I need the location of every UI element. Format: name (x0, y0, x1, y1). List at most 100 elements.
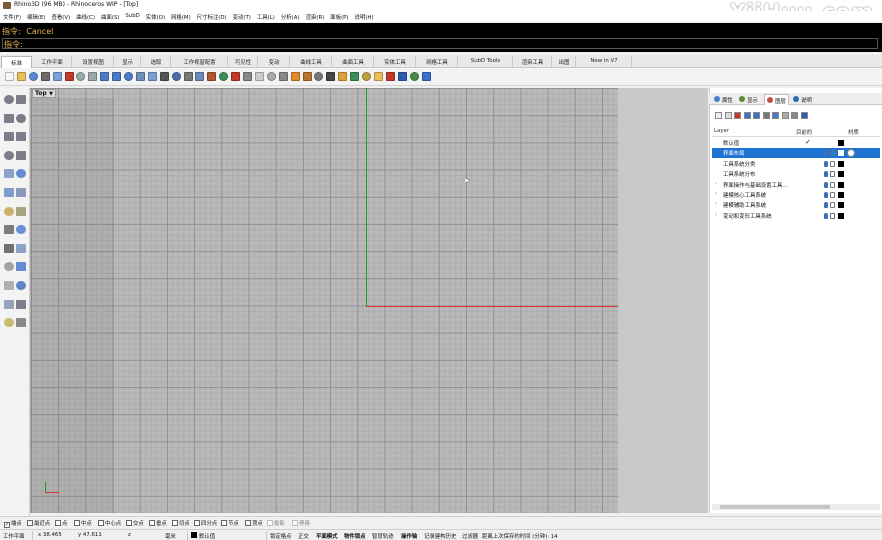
status-layer[interactable]: 默认值 (199, 532, 215, 540)
toolbar-tab[interactable]: 标准 (1, 56, 32, 68)
lock-icon[interactable] (830, 150, 835, 157)
menu-item[interactable]: SubD (122, 11, 142, 22)
layer-color-swatch[interactable] (838, 181, 844, 188)
osnap-checkbox[interactable] (267, 520, 273, 526)
tool-palette-icon[interactable] (16, 225, 26, 235)
status-cplane[interactable]: 工作平面 (3, 532, 25, 540)
osnap-checkbox[interactable] (221, 520, 227, 526)
menu-item[interactable]: 分析(A) (278, 11, 303, 22)
tool-palette-icon[interactable] (16, 243, 26, 253)
osnap-option[interactable]: 中点 (74, 519, 92, 527)
toolbar-tool-icon[interactable] (243, 72, 252, 81)
toolbar-tool-icon[interactable] (231, 72, 241, 81)
status-mode-toggle[interactable]: 智慧轨迹 (372, 532, 394, 540)
toolbar-tool-icon[interactable] (207, 72, 217, 81)
layer-tool-icon[interactable] (781, 112, 789, 119)
tool-palette-icon[interactable] (4, 281, 14, 290)
menu-item[interactable]: 实体(O) (143, 11, 168, 22)
osnap-option[interactable]: ✓ 端点 (4, 519, 22, 528)
toolbar-tab[interactable]: 渲染工具 (514, 56, 552, 68)
tool-palette-icon[interactable] (16, 299, 26, 309)
osnap-checkbox[interactable] (27, 520, 33, 526)
menu-item[interactable]: 工具(L) (254, 11, 278, 22)
menu-item[interactable]: 变动(T) (230, 11, 254, 22)
tool-palette-icon[interactable] (16, 169, 26, 179)
toolbar-tool-icon[interactable] (385, 72, 395, 81)
status-mode-toggle[interactable]: 过滤器 (462, 532, 478, 540)
expand-arrow-icon[interactable]: › (715, 201, 717, 207)
toolbar-tab[interactable]: 出图 (553, 56, 576, 68)
layer-row[interactable]: 工具系统分布 (712, 169, 880, 179)
layer-tool-icon[interactable] (715, 112, 722, 119)
lock-icon[interactable] (830, 181, 835, 188)
tool-palette-icon[interactable] (4, 262, 14, 272)
osnap-checkbox[interactable] (292, 520, 298, 526)
toolbar-tab[interactable]: 工作平面 (33, 56, 72, 68)
osnap-checkbox[interactable] (55, 520, 61, 526)
command-prompt-input[interactable]: 指令: (2, 38, 878, 49)
osnap-checkbox[interactable] (149, 520, 155, 526)
toolbar-tool-icon[interactable] (350, 72, 360, 81)
toolbar-tool-icon[interactable] (362, 72, 371, 81)
material-icon[interactable] (847, 149, 855, 158)
menu-item[interactable]: 曲线(C) (73, 11, 98, 22)
lightbulb-icon[interactable] (824, 192, 828, 198)
lightbulb-icon[interactable] (824, 160, 828, 167)
osnap-option[interactable]: 顶点 (245, 519, 263, 527)
lock-icon[interactable] (830, 160, 835, 167)
tool-palette-icon[interactable] (16, 281, 26, 290)
osnap-option[interactable]: 垂点 (149, 519, 167, 527)
layer-tool-icon[interactable] (753, 112, 760, 119)
osnap-option[interactable]: 最近点 (27, 519, 50, 527)
toolbar-tool-icon[interactable] (135, 72, 145, 81)
menu-item[interactable]: 曲面(S) (98, 11, 122, 22)
menu-item[interactable]: 编辑(E) (24, 11, 48, 22)
panel-tab[interactable]: 显示 (737, 94, 760, 105)
layer-tool-icon[interactable] (800, 112, 808, 119)
status-mode-toggle[interactable]: 物件锁点 (344, 532, 366, 540)
toolbar-tab[interactable]: 实体工具 (375, 56, 416, 68)
toolbar-tool-icon[interactable] (254, 72, 264, 81)
layer-row[interactable]: 工具系统分类 (712, 159, 880, 169)
lightbulb-icon[interactable] (824, 212, 828, 219)
tool-palette-icon[interactable] (4, 243, 14, 253)
layer-row[interactable]: 界面布局 (712, 148, 880, 159)
toolbar-tab[interactable]: 选取 (142, 56, 171, 68)
osnap-checkbox[interactable] (126, 520, 132, 526)
status-mode-toggle[interactable]: 平面模式 (316, 532, 338, 540)
lock-icon[interactable] (830, 192, 835, 198)
toolbar-tool-icon[interactable] (290, 72, 300, 81)
tool-palette-icon[interactable] (16, 206, 26, 216)
expand-arrow-icon[interactable]: › (715, 181, 717, 187)
toolbar-tool-icon[interactable] (40, 72, 50, 81)
expand-arrow-icon[interactable]: › (715, 191, 717, 197)
toolbar-tab[interactable]: 设置视图 (73, 56, 114, 68)
status-units[interactable]: 毫米 (165, 532, 176, 540)
osnap-option[interactable]: 投影 (267, 519, 285, 527)
menu-item[interactable]: 渲染(R) (303, 11, 328, 22)
tool-palette-icon[interactable] (16, 150, 26, 160)
toolbar-tab[interactable]: 工作视窗配置 (172, 56, 228, 68)
tool-palette-icon[interactable] (4, 95, 14, 104)
toolbar-tab[interactable]: 显示 (115, 56, 141, 68)
tool-palette-icon[interactable] (4, 225, 14, 235)
osnap-checkbox[interactable] (172, 520, 178, 526)
tool-palette-icon[interactable] (4, 113, 14, 123)
toolbar-tool-icon[interactable] (421, 72, 431, 81)
layer-color-swatch[interactable] (838, 192, 844, 198)
lock-icon[interactable] (830, 212, 835, 219)
tool-palette-icon[interactable] (16, 318, 26, 328)
tool-palette-icon[interactable] (16, 262, 26, 272)
layer-tool-icon[interactable] (762, 112, 770, 119)
layer-tool-icon[interactable] (734, 112, 741, 119)
layer-tool-icon[interactable] (772, 112, 779, 119)
panel-tab[interactable]: 说明 (791, 94, 814, 105)
panel-tab[interactable]: 属性 (712, 94, 735, 105)
toolbar-tool-icon[interactable] (28, 72, 38, 81)
status-mode-toggle[interactable]: 记录建构历史 (424, 532, 456, 540)
osnap-checkbox[interactable] (194, 520, 200, 526)
osnap-checkbox[interactable] (245, 520, 251, 526)
tool-palette-icon[interactable] (16, 95, 26, 104)
expand-arrow-icon[interactable]: › (715, 212, 717, 218)
toolbar-tool-icon[interactable] (5, 72, 14, 81)
